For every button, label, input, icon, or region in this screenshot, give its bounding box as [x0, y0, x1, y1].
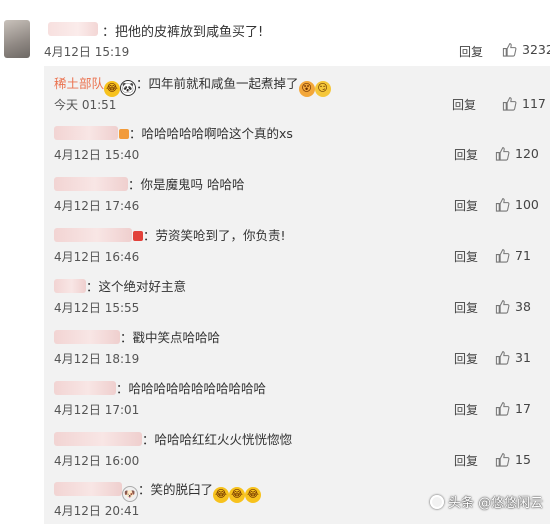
- like-button[interactable]: 15: [495, 452, 531, 467]
- panda-emoji-icon: 🐼: [120, 80, 137, 96]
- like-count: 71: [515, 248, 531, 263]
- thumbs-up-icon: [495, 453, 510, 467]
- reply-text: ：哈哈哈哈哈哈哈哈哈哈哈: [116, 381, 267, 396]
- user-badge-icon: [119, 129, 129, 139]
- like-count: 117: [522, 96, 546, 111]
- reply-line: ：劳资笑呛到了，你负责!: [54, 225, 286, 244]
- replies-panel: 稀土部队 😂 🐼 ：四年前就和咸鱼一起煮掉了 😵 😏 今天 01:51 回复 117 ：哈哈哈哈哈…: [44, 66, 550, 524]
- like-button[interactable]: 38: [495, 299, 531, 314]
- like-count: 120: [515, 146, 539, 161]
- reply-item: ：哈哈哈哈哈啊哈这个真的xs 4月12日 15:40 回复 120: [44, 116, 550, 167]
- reply-line: ：戳中笑点哈哈哈: [54, 327, 220, 346]
- reply-text: ：劳资笑呛到了，你负责!: [143, 228, 286, 243]
- reply-line: ：这个绝对好主意: [54, 276, 186, 295]
- blurred-username[interactable]: [54, 177, 128, 191]
- like-button[interactable]: 17: [495, 401, 531, 416]
- like-count: 3232: [522, 42, 550, 57]
- reply-date: 4月12日 16:00: [54, 454, 140, 468]
- reply-text: ：哈哈哈红红火火恍恍惚惚: [142, 432, 293, 447]
- reply-button[interactable]: 回复: [454, 248, 478, 265]
- reply-text: ：四年前就和咸鱼一起煮掉了: [136, 76, 299, 91]
- avatar[interactable]: [4, 20, 30, 58]
- thumbs-up-icon: [502, 43, 517, 57]
- thumbs-up-icon: [502, 97, 517, 111]
- reply-item: ：哈哈哈红红火火恍恍惚惚 4月12日 16:00 回复 15: [44, 422, 550, 473]
- user-badge-icon: [133, 231, 143, 241]
- blurred-username[interactable]: [54, 126, 118, 140]
- toutiao-logo-icon: [430, 494, 444, 509]
- reply-button[interactable]: 回复: [454, 401, 478, 418]
- reply-line: ：哈哈哈哈哈啊哈这个真的xs: [54, 123, 293, 142]
- reply-date: 4月12日 16:46: [54, 250, 140, 264]
- reply-item: ：戳中笑点哈哈哈 4月12日 18:19 回复 31: [44, 320, 550, 371]
- like-count: 15: [515, 452, 531, 467]
- like-count: 31: [515, 350, 531, 365]
- like-button[interactable]: 117: [502, 96, 546, 111]
- laughing-emoji-icon: 😂: [245, 487, 262, 503]
- thumbs-up-icon: [495, 198, 510, 212]
- reply-text: ：你是魔鬼吗 哈哈哈: [128, 177, 245, 192]
- reply-date: 4月12日 15:55: [54, 301, 140, 315]
- blurred-username[interactable]: [54, 482, 122, 496]
- laughing-emoji-icon: 😂: [229, 487, 246, 503]
- reply-item: ：劳资笑呛到了，你负责! 4月12日 16:46 回复 71: [44, 218, 550, 269]
- thumbs-up-icon: [495, 351, 510, 365]
- reply-text: ：这个绝对好主意: [86, 279, 187, 294]
- dog-emoji-icon: 🐶: [122, 486, 138, 502]
- laughing-emoji-icon: 😂: [104, 81, 121, 97]
- reply-item: ：你是魔鬼吗 哈哈哈 4月12日 17:46 回复 100: [44, 167, 550, 218]
- blurred-username[interactable]: [54, 279, 86, 293]
- top-comment: ：把他的皮裤放到咸鱼买了! 4月12日 15:19 回复 3232: [0, 0, 550, 66]
- smirk-emoji-icon: 😏: [314, 81, 331, 97]
- reply-line: ：哈哈哈哈哈哈哈哈哈哈哈: [54, 378, 266, 397]
- thumbs-up-icon: [495, 300, 510, 314]
- thumbs-up-icon: [495, 402, 510, 416]
- reply-date: 4月12日 18:19: [54, 352, 140, 366]
- blurred-username[interactable]: [54, 330, 120, 344]
- reply-item: 稀土部队 😂 🐼 ：四年前就和咸鱼一起煮掉了 😵 😏 今天 01:51 回复 117: [44, 66, 550, 117]
- reply-button[interactable]: 回复: [454, 452, 478, 469]
- blurred-username[interactable]: [48, 22, 98, 36]
- thumbs-up-icon: [495, 249, 510, 263]
- blurred-username[interactable]: [54, 432, 142, 446]
- blurred-username[interactable]: [54, 228, 132, 242]
- like-button[interactable]: 120: [495, 146, 539, 161]
- reply-button[interactable]: 回复: [454, 299, 478, 316]
- reply-date: 4月12日 20:41: [54, 504, 140, 518]
- reply-text: ：戳中笑点哈哈哈: [120, 330, 221, 345]
- dizzy-emoji-icon: 😵: [298, 81, 315, 97]
- reply-button[interactable]: 回复: [454, 350, 478, 367]
- reply-button[interactable]: 回复: [454, 146, 478, 163]
- reply-button[interactable]: 回复: [454, 197, 478, 214]
- reply-button[interactable]: 回复: [452, 96, 476, 113]
- like-button[interactable]: 3232: [502, 42, 550, 57]
- reply-line: 稀土部队 😂 🐼 ：四年前就和咸鱼一起煮掉了 😵 😏: [54, 73, 331, 97]
- reply-line: ：哈哈哈红红火火恍恍惚惚: [54, 429, 292, 448]
- like-count: 17: [515, 401, 531, 416]
- like-count: 100: [515, 197, 539, 212]
- reply-item: ：哈哈哈哈哈哈哈哈哈哈哈 4月12日 17:01 回复 17: [44, 371, 550, 422]
- like-count: 38: [515, 299, 531, 314]
- reply-text: ：笑的脱臼了: [138, 482, 214, 497]
- blurred-username[interactable]: [54, 381, 116, 395]
- reply-date: 4月12日 15:40: [54, 148, 140, 162]
- comment-text: ：把他的皮裤放到咸鱼买了!: [102, 25, 264, 40]
- reply-item: ：这个绝对好主意 4月12日 15:55 回复 38: [44, 269, 550, 320]
- like-button[interactable]: 71: [495, 248, 531, 263]
- laughing-emoji-icon: 😂: [213, 487, 230, 503]
- reply-button[interactable]: 回复: [459, 43, 483, 60]
- reply-date: 4月12日 17:46: [54, 199, 140, 213]
- like-button[interactable]: 100: [495, 197, 539, 212]
- comment-date: 4月12日 15:19: [44, 45, 130, 59]
- reply-date: 4月12日 17:01: [54, 403, 140, 417]
- reply-date: 今天 01:51: [54, 98, 117, 112]
- reply-text: ：哈哈哈哈哈啊哈这个真的xs: [129, 126, 293, 141]
- reply-line: 🐶 ：笑的脱臼了 😂 😂 😂: [54, 479, 262, 503]
- watermark: 头条 @悠悠闲云: [430, 492, 543, 511]
- reply-line: ：你是魔鬼吗 哈哈哈: [54, 174, 244, 193]
- reply-username[interactable]: 稀土部队: [54, 76, 104, 91]
- watermark-text: 头条 @悠悠闲云: [448, 496, 544, 511]
- thumbs-up-icon: [495, 147, 510, 161]
- like-button[interactable]: 31: [495, 350, 531, 365]
